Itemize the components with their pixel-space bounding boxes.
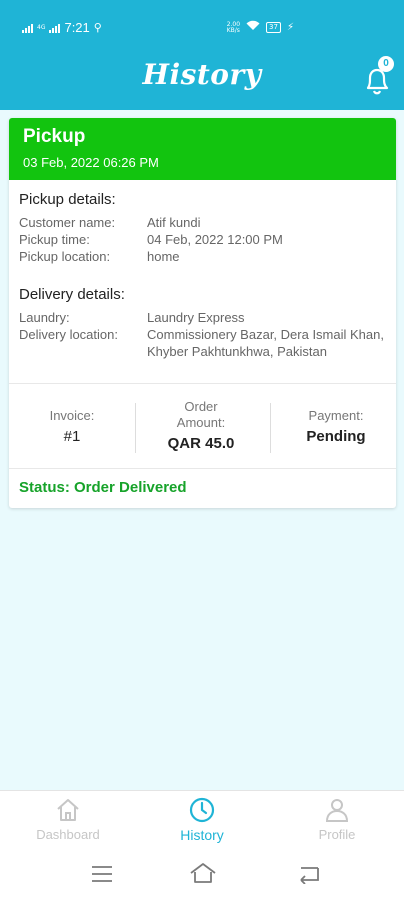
laundry-label: Laundry: — [19, 310, 70, 325]
network-type: 4G — [37, 23, 46, 31]
column-separator — [270, 403, 271, 453]
system-navigation-bar — [0, 850, 404, 900]
signal-icon — [22, 23, 33, 33]
invoice-value: #1 — [63, 428, 81, 445]
payment-column: Payment: Pending — [273, 408, 396, 445]
amount-label: Order Amount: — [176, 399, 226, 430]
status-bar-right: 2.00 KB/s 37 ⚡ — [227, 20, 294, 35]
nav-dashboard-label: Dashboard — [36, 827, 100, 842]
back-icon — [300, 867, 319, 885]
divider — [9, 468, 396, 469]
clock-icon — [189, 797, 215, 823]
amount-column: Order Amount: QAR 45.0 — [138, 399, 264, 452]
home-icon — [57, 799, 79, 821]
column-separator — [135, 403, 136, 453]
app-header: 4G 7:21 ⚲ 2.00 KB/s 37 ⚡ History 0 — [0, 0, 404, 110]
page-title: History — [142, 58, 262, 91]
customer-name-value: Atif kundi — [147, 215, 201, 230]
user-icon — [325, 799, 349, 822]
order-card-header: Pickup 03 Feb, 2022 06:26 PM — [9, 118, 396, 180]
back-button[interactable] — [297, 864, 321, 888]
signal-icon-2 — [49, 23, 61, 33]
status-bar: 4G 7:21 ⚲ 2.00 KB/s 37 ⚡ — [0, 14, 404, 42]
order-type: Pickup — [23, 126, 86, 147]
home-button[interactable] — [189, 862, 217, 888]
laundry-value: Laundry Express — [147, 310, 245, 325]
battery-icon: 37 — [266, 22, 281, 33]
payment-value: Pending — [306, 428, 366, 445]
pickup-time-value: 04 Feb, 2022 12:00 PM — [147, 232, 283, 247]
pickup-details-heading: Pickup details: — [19, 191, 116, 208]
payment-label: Payment: — [308, 408, 364, 423]
status-time: 7:21 — [64, 20, 90, 35]
pickup-time-label: Pickup time: — [19, 232, 90, 247]
invoice-label: Invoice: — [49, 408, 95, 423]
bottom-navigation: Dashboard History Profile — [0, 790, 404, 850]
customer-name-label: Customer name: — [19, 215, 116, 230]
nav-history-label: History — [180, 827, 224, 843]
amount-value: QAR 45.0 — [167, 435, 235, 452]
delivery-location-label: Delivery location: — [19, 327, 118, 342]
invoice-column: Invoice: #1 — [9, 408, 135, 445]
nav-dashboard[interactable]: Dashboard — [3, 797, 133, 842]
notification-button[interactable]: 0 — [364, 56, 394, 96]
charging-icon: ⚡ — [286, 22, 294, 33]
wifi-icon — [246, 20, 260, 35]
pickup-location-label: Pickup location: — [19, 249, 111, 264]
location-icon: ⚲ — [93, 21, 102, 34]
home-outline-icon — [190, 863, 216, 883]
notification-badge: 0 — [378, 56, 394, 72]
status-bar-left: 4G 7:21 ⚲ — [22, 20, 102, 35]
nav-profile-label: Profile — [318, 827, 356, 842]
divider — [9, 383, 396, 384]
order-date: 03 Feb, 2022 06:26 PM — [23, 155, 159, 170]
delivery-location-value: Commissionery Bazar, Dera Ismail Khan, K… — [147, 327, 384, 359]
nav-history[interactable]: History — [137, 797, 267, 843]
pickup-location-value: home — [147, 249, 180, 264]
nav-profile[interactable]: Profile — [272, 797, 402, 842]
order-card[interactable]: Pickup 03 Feb, 2022 06:26 PM Pickup deta… — [9, 118, 396, 508]
net-speed: 2.00 KB/s — [226, 20, 241, 34]
menu-icon — [92, 866, 112, 882]
delivery-details-heading: Delivery details: — [19, 286, 125, 303]
order-status: Status: Order Delivered — [19, 479, 187, 496]
menu-button[interactable] — [91, 864, 113, 888]
